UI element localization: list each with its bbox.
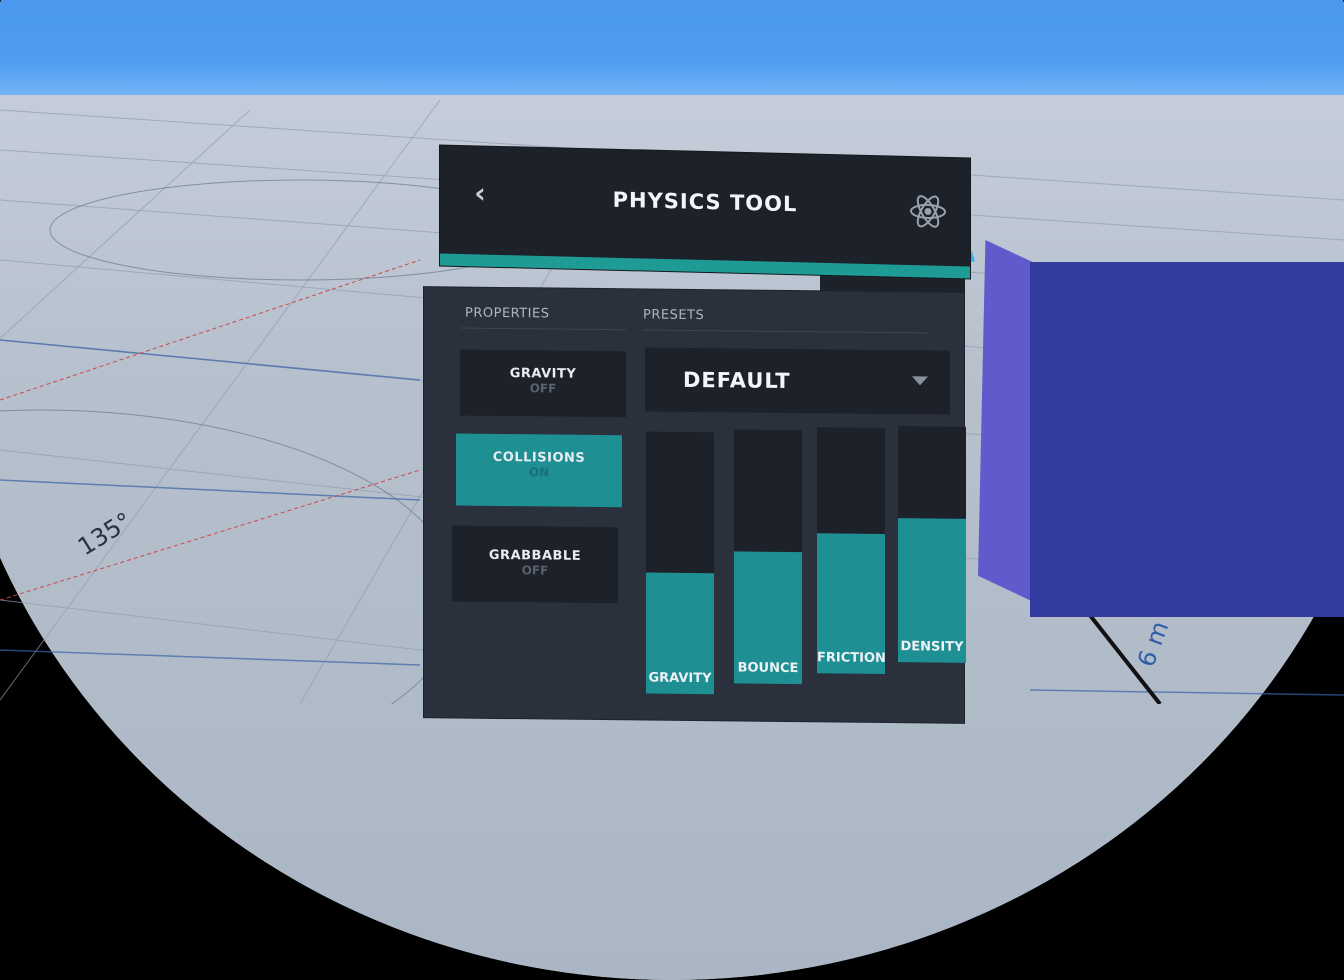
preset-dropdown[interactable]: DEFAULT (645, 347, 950, 415)
bounce-slider[interactable]: BOUNCE (734, 429, 802, 685)
toggle-state: ON (528, 465, 550, 480)
toggle-label: GRABBABLE (488, 547, 582, 564)
caret-down-icon (912, 376, 928, 386)
presets-heading: PRESETS (643, 307, 705, 324)
tool-title: PHYSICS TOOL (612, 187, 798, 217)
slider-label: BOUNCE (737, 660, 799, 677)
presets-divider (643, 329, 928, 334)
atom-icon[interactable] (908, 191, 948, 232)
cube-object[interactable] (1030, 262, 1344, 617)
preset-value: DEFAULT (683, 367, 791, 394)
toggle-label: GRAVITY (509, 366, 577, 382)
slider-label: GRAVITY (648, 670, 712, 687)
properties-heading: PROPERTIES (465, 305, 550, 322)
properties-divider (460, 327, 626, 331)
toggle-state: OFF (529, 381, 557, 396)
tool-header: ‹ PHYSICS TOOL (440, 145, 970, 279)
density-slider[interactable]: DENSITY (898, 426, 966, 663)
friction-slider[interactable]: FRICTION (817, 427, 886, 675)
physics-panel: PROPERTIES PRESETS GRAVITY OFF COLLISION… (424, 287, 966, 723)
collisions-toggle[interactable]: COLLISIONS ON (456, 433, 622, 508)
toggle-state: OFF (521, 563, 549, 578)
slider-label: DENSITY (900, 639, 964, 655)
slider-label: FRICTION (817, 650, 886, 667)
gravity-toggle[interactable]: GRAVITY OFF (460, 349, 626, 418)
gravity-slider[interactable]: GRAVITY (646, 431, 714, 695)
toggle-label: COLLISIONS (492, 449, 586, 466)
grabbable-toggle[interactable]: GRABBABLE OFF (452, 525, 618, 604)
